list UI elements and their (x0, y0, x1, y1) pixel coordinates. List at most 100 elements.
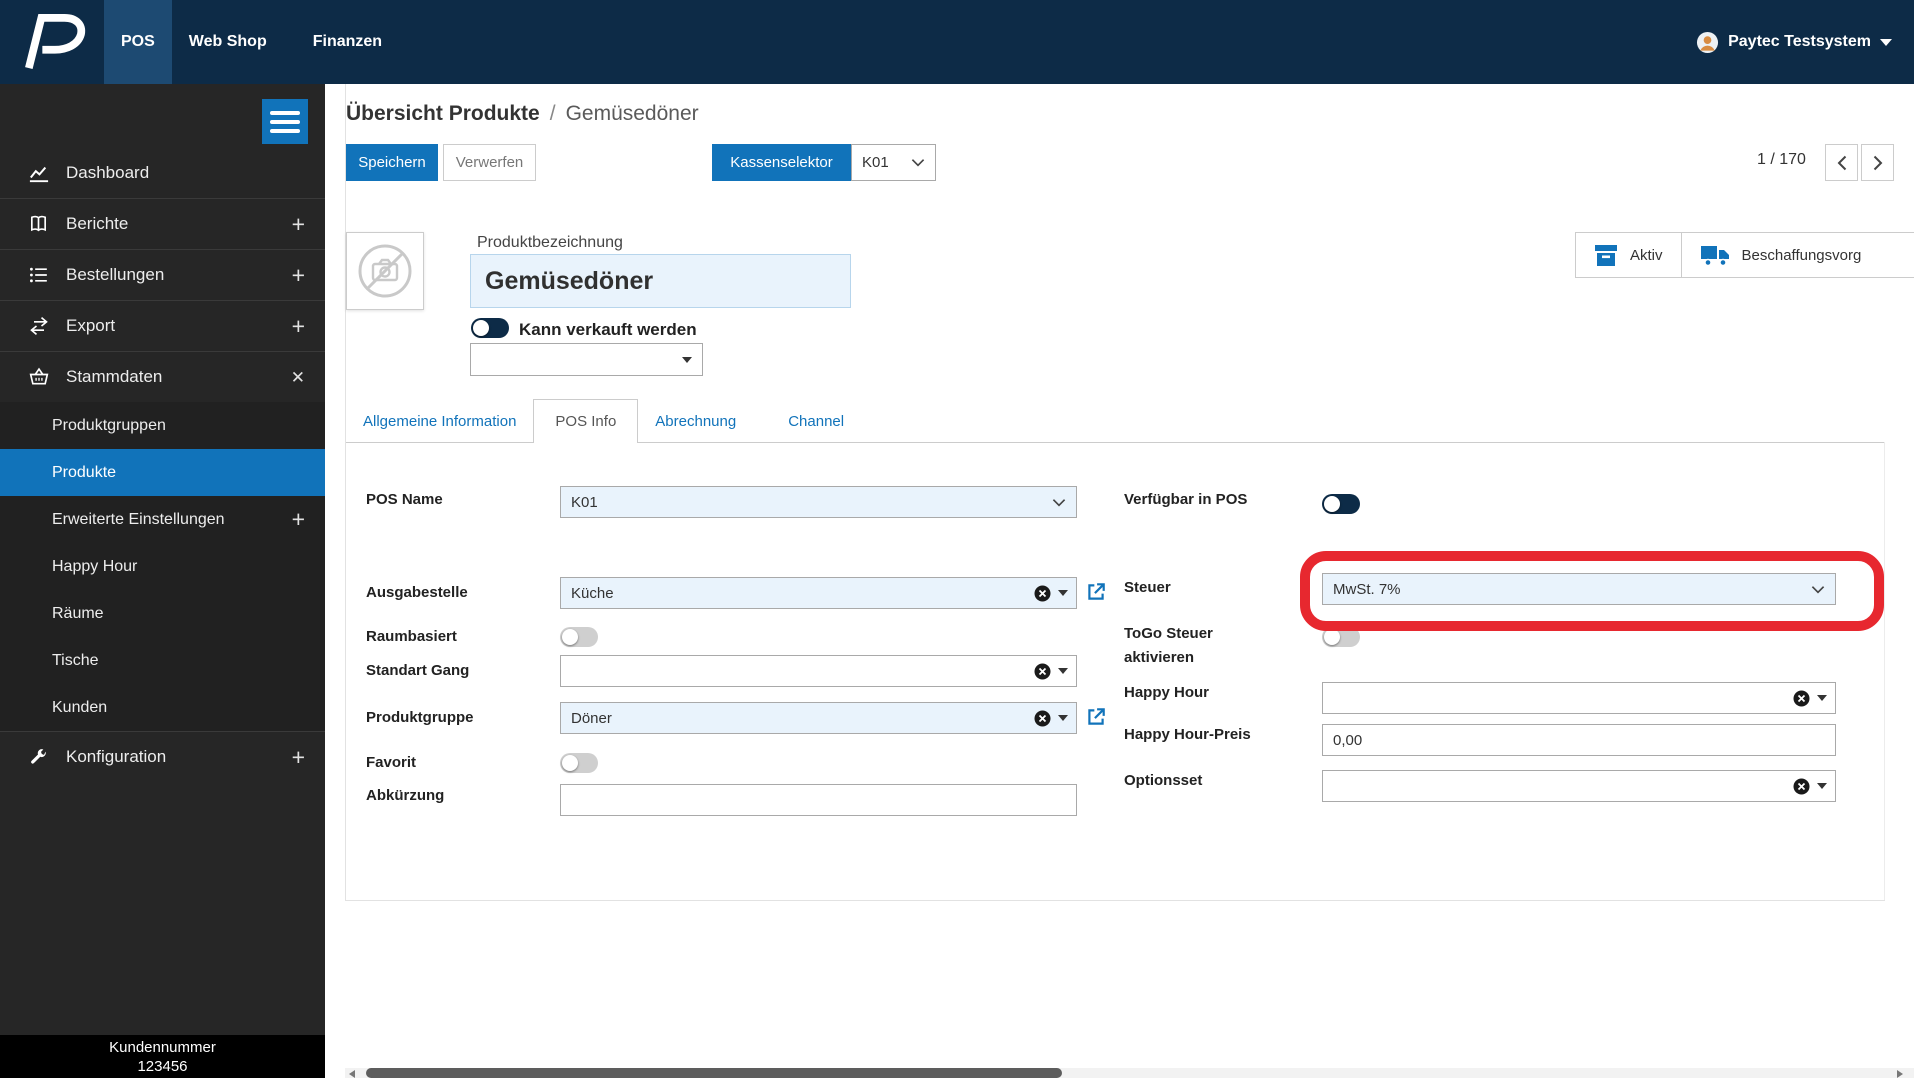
togo-steuer-toggle[interactable] (1322, 627, 1360, 647)
next-product-button[interactable] (1861, 144, 1894, 181)
tab-pos-info[interactable]: POS Info (533, 399, 639, 443)
steuer-label: Steuer (1124, 579, 1171, 596)
top-nav-finanzen[interactable]: Finanzen (296, 0, 399, 84)
toggle-knob (562, 629, 578, 645)
main-content: Übersicht Produkte / Gemüsedöner Speiche… (325, 84, 1914, 1078)
chevron-down-icon (1880, 38, 1892, 46)
sidebar-item-konfiguration[interactable]: Konfiguration + (0, 731, 325, 782)
expand-plus-icon[interactable]: + (292, 263, 305, 287)
ausgabestelle-combobox[interactable]: Küche (560, 577, 1077, 609)
raumbasiert-toggle[interactable] (560, 627, 598, 647)
open-ausgabestelle-icon[interactable] (1085, 581, 1107, 603)
discard-button[interactable]: Verwerfen (443, 144, 536, 181)
breadcrumb-section[interactable]: Übersicht Produkte (346, 102, 540, 126)
standart-gang-label: Standart Gang (366, 662, 470, 679)
tab-channel[interactable]: Channel (771, 399, 861, 443)
dropdown-caret-icon[interactable] (1058, 668, 1068, 674)
toggle-knob (1324, 629, 1340, 645)
sidebar-item-kunden[interactable]: Kunden (0, 684, 325, 731)
paytec-logo[interactable] (0, 0, 104, 84)
optionsset-combobox[interactable] (1322, 770, 1836, 802)
optionsset-label: Optionsset (1124, 772, 1203, 789)
sidebar-item-label: Berichte (66, 214, 129, 233)
expand-plus-icon[interactable]: + (292, 314, 305, 338)
product-category-select[interactable] (470, 343, 703, 376)
scroll-left-arrow-icon[interactable] (349, 1070, 355, 1078)
status-active-label: Aktiv (1630, 246, 1663, 264)
sidebar-item-stammdaten[interactable]: Stammdaten ✕ (0, 351, 325, 402)
favorit-label: Favorit (366, 754, 417, 771)
toggle-knob (473, 320, 489, 336)
user-menu[interactable]: Paytec Testsystem (1696, 0, 1914, 84)
product-status-box: Aktiv Beschaffungsvorg (1575, 232, 1914, 278)
sidebar-item-erweiterte-einstellungen[interactable]: Erweiterte Einstellungen + (0, 496, 325, 543)
happy-hour-combobox[interactable] (1322, 682, 1836, 714)
expand-plus-icon[interactable]: + (292, 508, 305, 531)
clear-icon[interactable] (1793, 778, 1810, 795)
product-name-label: Produktbezeichnung (477, 234, 623, 251)
customer-number-box: Kundennummer 123456 (0, 1035, 325, 1078)
togo-steuer-label: ToGo Steuer aktivieren (1124, 625, 1213, 666)
collapse-x-icon[interactable]: ✕ (291, 369, 305, 386)
produktgruppe-value: Döner (571, 709, 612, 727)
tab-bar: Allgemeine Information POS Info Abrechnu… (346, 399, 861, 443)
open-produktgruppe-icon[interactable] (1085, 706, 1107, 728)
abkuerzung-input[interactable] (560, 784, 1077, 816)
dropdown-caret-icon[interactable] (1817, 783, 1827, 789)
sidebar-item-happy-hour[interactable]: Happy Hour (0, 543, 325, 590)
produktgruppe-combobox[interactable]: Döner (560, 702, 1077, 734)
save-button[interactable]: Speichern (346, 144, 438, 181)
clear-icon[interactable] (1793, 690, 1810, 707)
sidebar-item-tische[interactable]: Tische (0, 637, 325, 684)
status-active[interactable]: Aktiv (1576, 233, 1681, 277)
clear-icon[interactable] (1034, 710, 1051, 727)
sidebar-item-label: Produkte (52, 463, 117, 481)
expand-plus-icon[interactable]: + (292, 212, 305, 236)
sidebar-item-raeume[interactable]: Räume (0, 590, 325, 637)
sidebar-item-bestellungen[interactable]: Bestellungen + (0, 249, 325, 300)
ausgabestelle-label: Ausgabestelle (366, 584, 468, 601)
clear-icon[interactable] (1034, 663, 1051, 680)
menu-toggle-button[interactable] (262, 99, 308, 144)
happy-hour-preis-input[interactable] (1322, 724, 1836, 756)
sidebar-item-export[interactable]: Export + (0, 300, 325, 351)
dropdown-caret-icon[interactable] (1058, 715, 1068, 721)
dropdown-caret-icon[interactable] (1058, 590, 1068, 596)
status-procurement[interactable]: Beschaffungsvorg (1682, 233, 1880, 277)
horizontal-scrollbar-thumb[interactable] (366, 1068, 1062, 1078)
sidebar-item-produkte[interactable]: Produkte (0, 449, 325, 496)
tab-allgemeine-information[interactable]: Allgemeine Information (346, 399, 533, 443)
clear-icon[interactable] (1034, 585, 1051, 602)
favorit-toggle[interactable] (560, 753, 598, 773)
dropdown-caret-icon[interactable] (1817, 695, 1827, 701)
chevron-down-icon (1052, 498, 1066, 506)
scroll-right-arrow-icon[interactable] (1897, 1070, 1903, 1078)
previous-product-button[interactable] (1825, 144, 1858, 181)
panel-left-border (345, 84, 346, 900)
ausgabestelle-value: Küche (571, 584, 614, 602)
tab-abrechnung[interactable]: Abrechnung (638, 399, 753, 443)
steuer-select[interactable]: MwSt. 7% (1322, 573, 1836, 605)
product-name-input[interactable] (470, 254, 851, 308)
top-nav-pos[interactable]: POS (104, 0, 172, 84)
top-nav-finanzen-label: Finanzen (312, 33, 383, 50)
kann-verkauft-werden-toggle[interactable] (471, 318, 509, 338)
verfuegbar-in-pos-toggle[interactable] (1322, 494, 1360, 514)
toggle-knob (562, 755, 578, 771)
user-name: Paytec Testsystem (1728, 33, 1871, 50)
sidebar-item-label: Happy Hour (52, 557, 138, 575)
line-chart-icon (28, 163, 52, 183)
kasse-select[interactable]: K01 (851, 144, 936, 181)
sidebar-item-label: Konfiguration (66, 747, 167, 766)
expand-plus-icon[interactable]: + (292, 745, 305, 769)
top-nav-webshop[interactable]: Web Shop (172, 0, 284, 84)
sidebar-item-berichte[interactable]: Berichte + (0, 198, 325, 249)
product-image-placeholder[interactable] (346, 232, 424, 310)
kassenselektor-button[interactable]: Kassenselektor (712, 144, 851, 181)
sidebar-item-label: Räume (52, 604, 104, 622)
standart-gang-combobox[interactable] (560, 655, 1077, 687)
sidebar-item-produktgruppen[interactable]: Produktgruppen (0, 402, 325, 449)
panel-right-border (1884, 442, 1885, 900)
sidebar-item-dashboard[interactable]: Dashboard (0, 147, 325, 198)
pos-name-select[interactable]: K01 (560, 486, 1077, 518)
